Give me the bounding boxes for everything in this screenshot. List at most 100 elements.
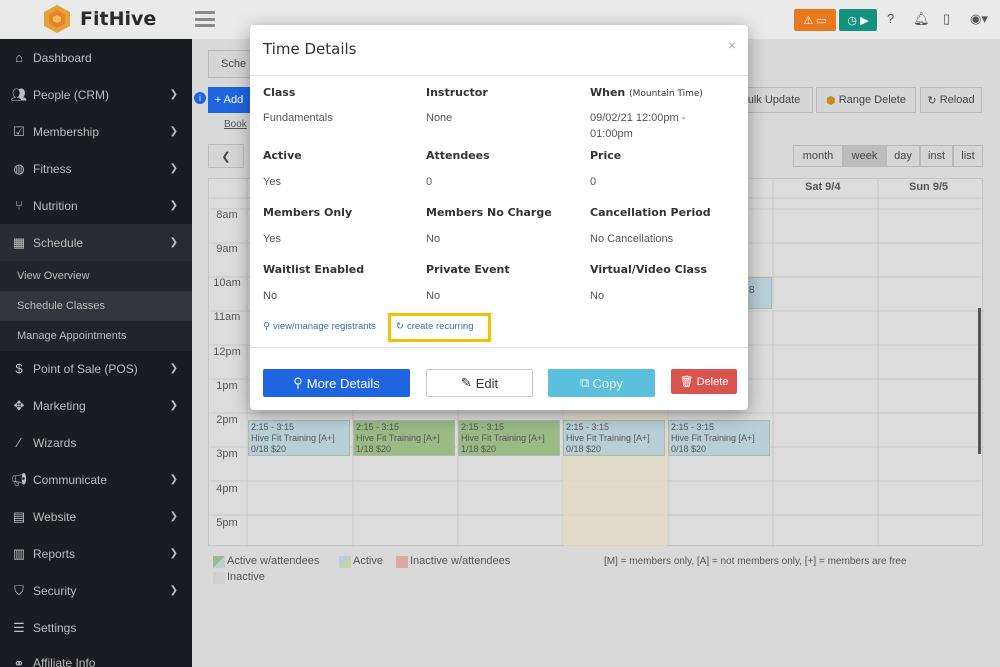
hour-label: 2pm [216,414,238,426]
field-value-class: Fundamentals [263,112,333,124]
prev-week-button[interactable]: ❮ [208,144,244,168]
field-value-members-no-charge: No [426,233,441,245]
sidebar-item-affiliate[interactable]: ⚭ Affiliate Info [0,646,192,667]
menu-toggle-icon[interactable] [195,11,215,27]
sidebar-item-pos[interactable]: $ Point of Sale (POS) ❯ [0,350,192,387]
subnav-view-overview[interactable]: View Overview [0,261,192,291]
view-day-button[interactable]: day [886,145,920,167]
field-label-virtual-class: Virtual/Video Class [590,263,707,276]
sidebar-item-website[interactable]: ▤ Website ❯ [0,498,192,535]
event-title: Hive Fit Training [A+] [251,433,335,443]
calendar-event[interactable]: 2:15 - 3:15 Hive Fit Training [A+] 0/18 … [248,420,350,456]
sidebar-item-fitness[interactable]: ◍ Fitness ❯ [0,150,192,187]
hour-label: 5pm [216,517,238,529]
chevron-down-icon: ❯ [169,126,178,137]
user-menu-icon[interactable]: ◉▾ [970,11,988,27]
calendar-icon: ▦ [12,234,26,250]
calendar-event[interactable]: 2:15 - 3:15 Hive Fit Training [A+] 0/18 … [668,420,770,456]
sidebar-item-security[interactable]: ⛉ Security ❯ [0,572,192,609]
add-button[interactable]: + Add [208,87,250,113]
link-icon: ⚭ [13,656,25,667]
chevron-down-icon: ❯ [169,585,178,596]
field-value-private-event: No [426,290,441,302]
sidebar-item-nutrition[interactable]: ⑂ Nutrition ❯ [0,187,192,224]
field-value-attendees: 0 [426,176,433,188]
sidebar-item-label: Schedule [33,235,84,250]
hour-label: 12pm [213,346,241,358]
subnav-manage-appointments[interactable]: Manage Appointments [0,321,192,351]
view-week-button[interactable]: week [843,145,886,167]
field-label-members-no-charge: Members No Charge [426,206,552,219]
shield-icon: ⛉ [14,582,24,598]
subnav-schedule-classes[interactable]: Schedule Classes [0,291,192,321]
field-label-private-event: Private Event [426,263,510,276]
sidebar-item-dashboard[interactable]: ⌂ Dashboard [0,39,192,76]
close-icon[interactable]: × [728,37,736,53]
sidebar-item-reports[interactable]: ▥ Reports ❯ [0,535,192,572]
more-details-button[interactable]: ⚲ More Details [263,369,410,397]
calendar-scrollbar[interactable] [978,308,981,454]
sidebar-item-label: Reports [33,546,76,561]
field-label-class: Class [263,86,296,99]
field-label-attendees: Attendees [426,149,490,162]
help-icon[interactable]: ? [887,11,894,26]
sidebar-item-label: Marketing [33,398,86,413]
hour-label: 11am [213,311,241,323]
hour-label: 9am [216,243,238,255]
copy-button[interactable]: ⧉ Copy [548,369,655,397]
info-icon[interactable]: i [194,92,206,104]
sidebar-item-schedule[interactable]: ▦ Schedule ❯ [0,224,192,261]
alert-card-button[interactable]: ⚠ ▭ [794,9,836,31]
delete-button[interactable]: 🗑︎ Delete [671,369,737,394]
bullhorn-icon: 📢︎ [10,471,28,487]
event-count: 1/18 $20 [461,444,497,454]
view-inst-button[interactable]: inst [920,145,953,167]
hour-label: 3pm [216,448,238,460]
view-registrants-label: view/manage registrants [272,321,376,332]
bell-icon[interactable]: 🔔︎ [913,11,930,27]
sidebar-item-settings[interactable]: ☰ Settings [0,609,192,646]
field-value-virtual-class: No [590,290,605,302]
sidebar-item-membership[interactable]: ☑ Membership ❯ [0,113,192,150]
calendar-event[interactable]: 2:15 - 3:15 Hive Fit Training [A+] 1/18 … [458,420,560,456]
sidebar-item-communicate[interactable]: 📢︎ Communicate ❯ [0,461,192,498]
field-label-active: Active [263,149,302,162]
event-partial-text: 8 [749,285,755,296]
sidebar-item-label: Website [33,509,77,524]
sidebar-item-wizards[interactable]: ⁄ Wizards [0,424,192,461]
reload-button[interactable]: ↻ Reload [920,87,982,113]
view-registrants-link[interactable]: ⚲ view/manage registrants [263,321,376,332]
field-label-members-only: Members Only [263,206,353,219]
hive-icon: ⬢ [826,94,836,107]
edit-button[interactable]: ✎ Edit [426,369,533,397]
hour-label: 1pm [216,380,238,392]
timer-button[interactable]: ◷ ▶ [839,9,877,31]
modal-title: Time Details [263,40,357,58]
calendar-event[interactable]: 2:15 - 3:15 Hive Fit Training [A+] 1/18 … [353,420,455,456]
field-label-waitlist: Waitlist Enabled [263,263,365,276]
sidebar: ⌂ Dashboard 👥︎ People (CRM) ❯ ☑ Membersh… [0,39,192,667]
tab-schedule[interactable]: Sche [208,50,253,78]
event-time: 2:15 - 3:15 [671,422,715,432]
fithive-logo[interactable]: FitHive [42,4,192,34]
legend-label: Inactive [227,571,265,583]
sidebar-item-people[interactable]: 👥︎ People (CRM) ❯ [0,76,192,113]
field-label-when: When (Mountain Time) [590,86,703,99]
field-value-price: 0 [590,176,597,188]
day-header-sat: Sat 9/4 [805,181,841,193]
clock-icon: ◷ [847,14,858,27]
arrows-icon: ✥ [13,397,25,413]
calendar-event[interactable]: 2:15 - 3:15 Hive Fit Training [A+] 0/18 … [563,420,665,456]
view-month-button[interactable]: month [793,145,843,167]
event-count: 0/18 $20 [671,444,707,454]
sidebar-item-marketing[interactable]: ✥ Marketing ❯ [0,387,192,424]
view-list-button[interactable]: list [953,145,983,167]
check-square-icon: ☑ [13,123,25,139]
book-link[interactable]: Book [224,119,247,130]
mobile-icon[interactable]: ▯ [943,11,950,27]
delete-label: Delete [696,375,729,388]
sidebar-item-label: Nutrition [33,198,78,213]
range-delete-button[interactable]: ⬢ Range Delete [816,87,916,113]
timezone-note: (Mountain Time) [629,89,703,99]
highlight-box [388,313,491,342]
